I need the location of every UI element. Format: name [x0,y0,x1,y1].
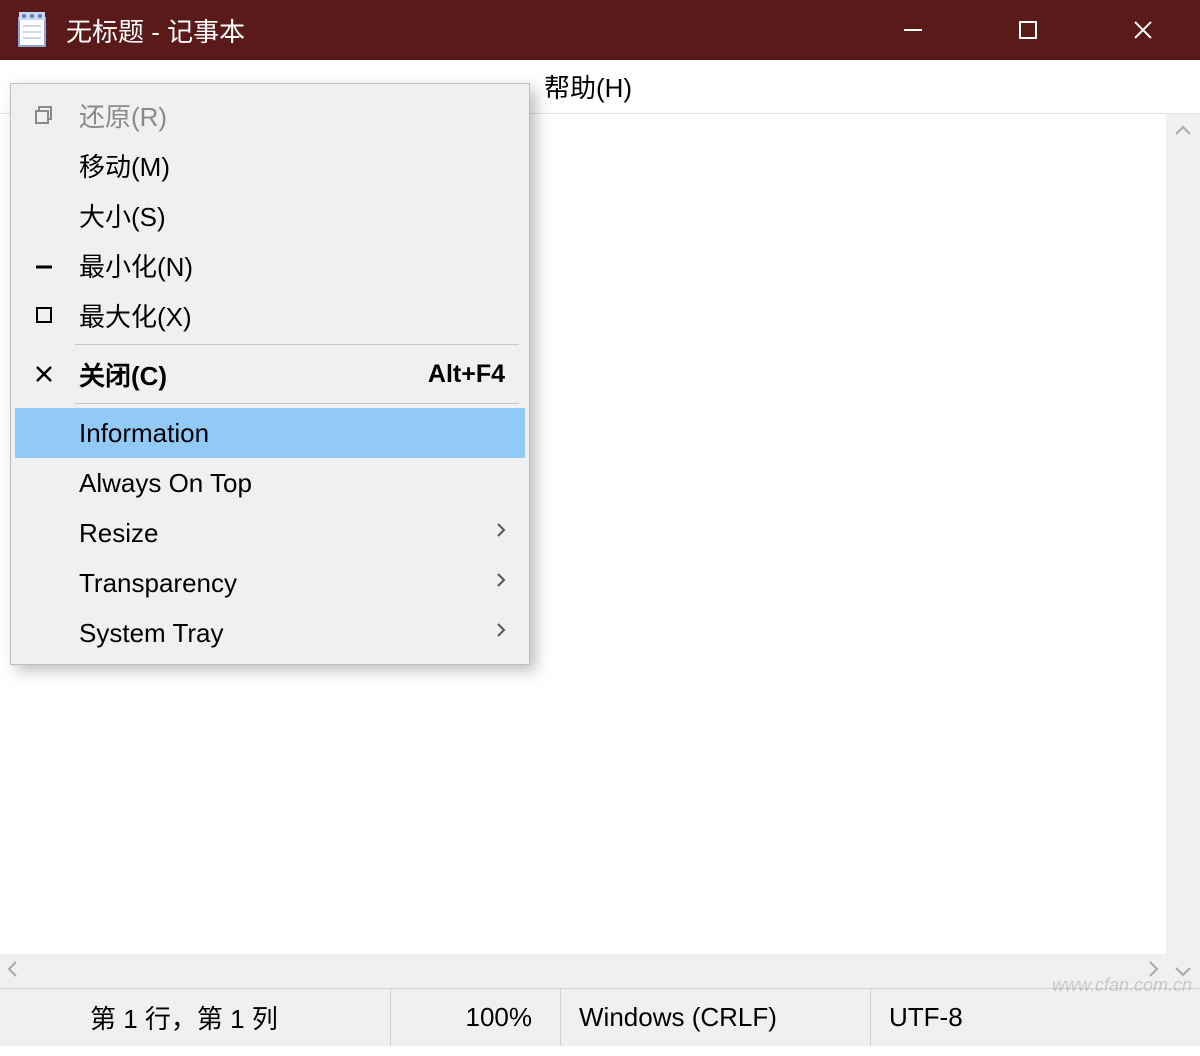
menu-item-label: 最大化(X) [73,297,511,334]
chevron-right-icon [495,521,511,545]
titlebar: 无标题 - 记事本 [0,0,1200,60]
menu-item-shortcut: Alt+F4 [428,360,511,389]
minimize-icon [15,255,73,275]
menu-item-label: Resize [73,518,495,549]
menu-separator [75,403,519,404]
menu-item-label: Always On Top [73,468,511,499]
status-zoom: 100% [390,989,560,1046]
close-icon [15,365,73,383]
menu-item[interactable]: Information [15,408,525,458]
menu-item-label: 移动(M) [73,147,511,184]
menu-item[interactable]: 大小(S) [15,190,525,240]
status-encoding: UTF-8 [870,989,1200,1046]
scroll-down-icon[interactable] [1174,962,1192,982]
menu-item-label: 大小(S) [73,197,511,234]
menu-item-label: 关闭(C) [73,356,428,393]
menu-item[interactable]: Always On Top [15,458,525,508]
scroll-up-icon[interactable] [1174,120,1192,140]
scroll-left-icon[interactable] [6,960,18,982]
app-icon [16,12,48,48]
menu-item-label: 最小化(N) [73,247,511,284]
menu-item: 还原(R) [15,90,525,140]
maximize-button[interactable] [970,0,1085,60]
menu-item-label: 还原(R) [73,97,511,134]
scroll-right-icon[interactable] [1148,960,1160,982]
menu-item[interactable]: System Tray [15,608,525,658]
horizontal-scrollbar[interactable] [0,954,1166,988]
menu-separator [75,344,519,345]
close-button[interactable] [1085,0,1200,60]
menu-item[interactable]: 最大化(X) [15,290,525,340]
menu-item[interactable]: Resize [15,508,525,558]
menu-help[interactable]: 帮助(H) [544,68,632,105]
menu-item[interactable]: 关闭(C)Alt+F4 [15,349,525,399]
chevron-right-icon [495,571,511,595]
window-title: 无标题 - 记事本 [66,12,855,49]
system-menu: 还原(R) 移动(M) 大小(S) 最小化(N) 最大化(X) 关闭(C)Alt+F4 In… [10,83,530,665]
menu-item-label: System Tray [73,618,495,649]
statusbar: 第 1 行，第 1 列 100% Windows (CRLF) UTF-8 [0,988,1200,1046]
menu-item-label: Transparency [73,568,495,599]
status-line-ending: Windows (CRLF) [560,989,870,1046]
vertical-scrollbar[interactable] [1166,114,1200,988]
menu-item-label: Information [73,418,511,449]
restore-icon [15,105,73,125]
chevron-right-icon [495,621,511,645]
minimize-button[interactable] [855,0,970,60]
window-controls [855,0,1200,60]
menu-item[interactable]: 最小化(N) [15,240,525,290]
menu-item[interactable]: Transparency [15,558,525,608]
maximize-icon [15,306,73,324]
status-position: 第 1 行，第 1 列 [0,989,390,1046]
menu-item[interactable]: 移动(M) [15,140,525,190]
